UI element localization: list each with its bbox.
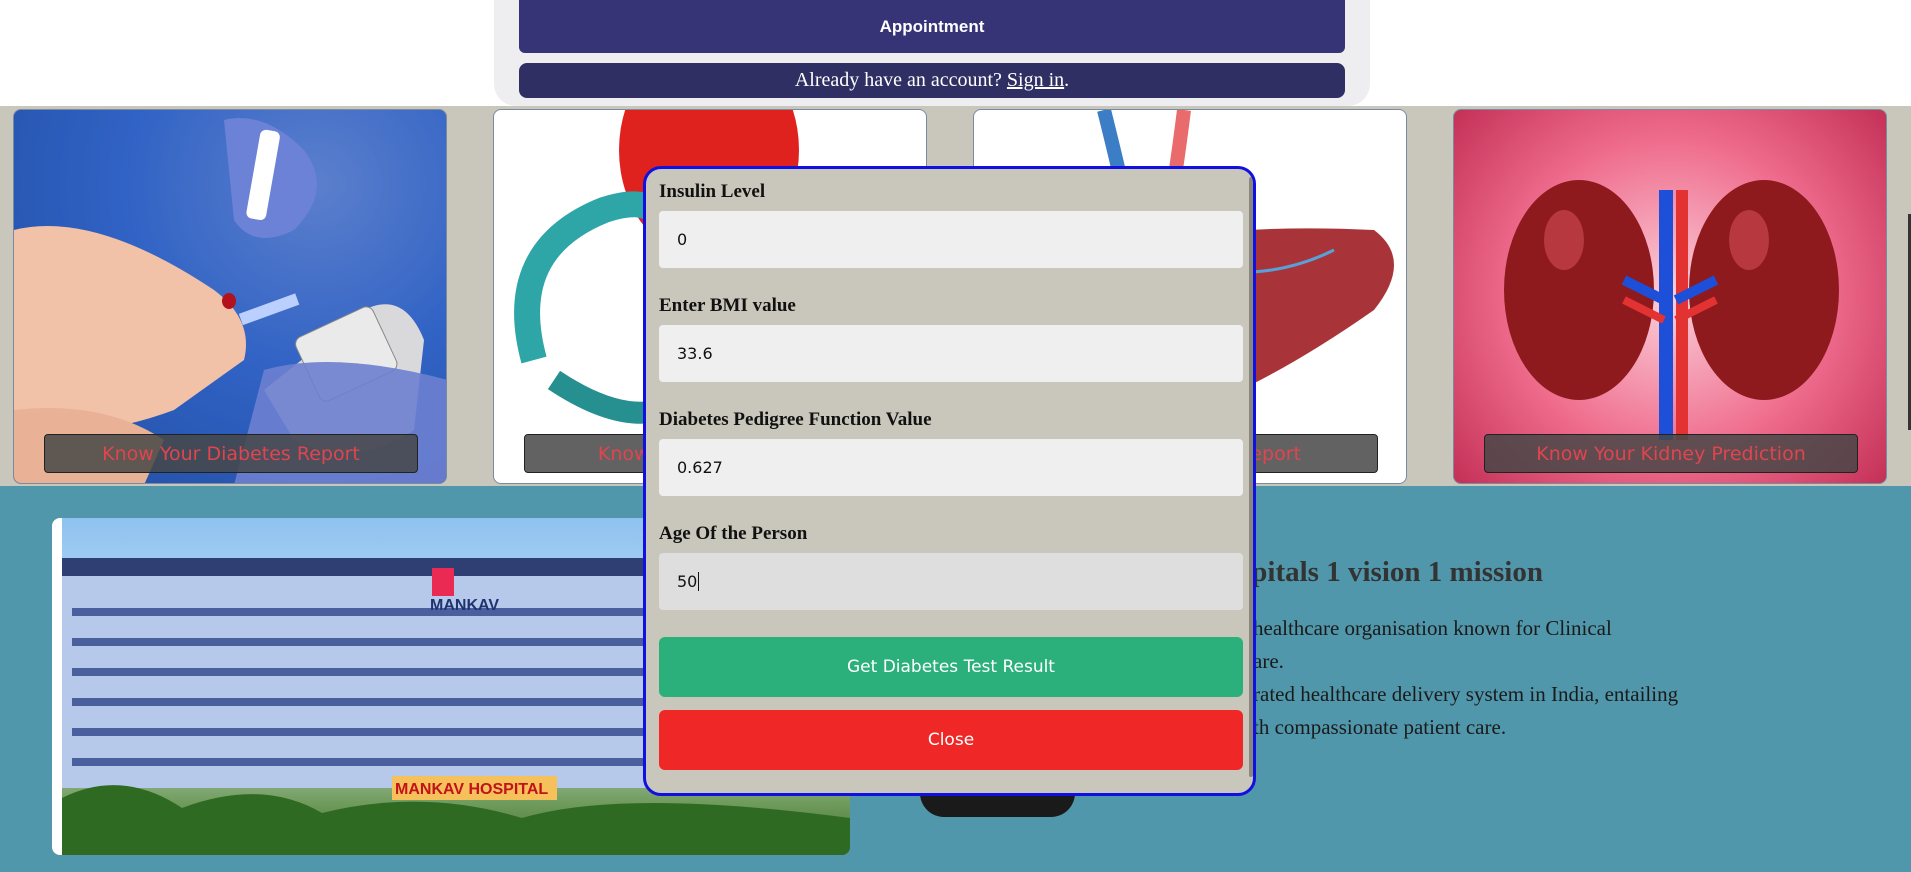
text-caret	[698, 572, 700, 591]
card-kidney[interactable]: Know Your Kidney Prediction	[1453, 109, 1887, 484]
bmi-input[interactable]: 33.6	[659, 325, 1243, 382]
age-value: 50	[677, 572, 698, 591]
about-line: rated healthcare delivery system in Indi…	[1253, 682, 1679, 706]
diabetes-test-modal: Insulin Level 0 Enter BMI value 33.6 Dia…	[643, 166, 1256, 796]
signin-bar: Already have an account? Sign in.	[519, 63, 1345, 98]
pedigree-value: 0.627	[677, 458, 723, 477]
signin-link[interactable]: Sign in	[1007, 69, 1064, 92]
kidneys-image	[1504, 180, 1839, 440]
about-text: healthcare organisation known for Clinic…	[1253, 612, 1793, 744]
age-label: Age Of the Person	[659, 523, 808, 544]
about-line: are.	[1253, 649, 1284, 673]
about-title: spitals 1 vision 1 mission	[1240, 556, 1543, 588]
card-kidney-button[interactable]: Know Your Kidney Prediction	[1484, 434, 1858, 473]
card-diabetes-button[interactable]: Know Your Diabetes Report	[44, 434, 418, 473]
age-input[interactable]: 50	[659, 553, 1243, 610]
close-button[interactable]: Close	[659, 710, 1243, 770]
get-result-button[interactable]: Get Diabetes Test Result	[659, 637, 1243, 697]
bmi-value: 33.6	[677, 344, 713, 363]
insulin-label: Insulin Level	[659, 181, 766, 202]
pedigree-label: Diabetes Pedigree Function Value	[659, 409, 932, 430]
hospital-sign: MANKAV HOSPITAL	[395, 781, 548, 798]
diabetes-form: Insulin Level 0 Enter BMI value 33.6 Dia…	[659, 181, 1243, 770]
bmi-label: Enter BMI value	[659, 295, 796, 316]
about-line: healthcare organisation known for Clinic…	[1253, 616, 1612, 640]
modal-scrollbar[interactable]	[1249, 177, 1253, 777]
pedigree-input[interactable]: 0.627	[659, 439, 1243, 496]
insulin-value: 0	[677, 230, 688, 249]
account-text: Already have an account?	[794, 69, 1002, 91]
card-diabetes[interactable]: Know Your Diabetes Report	[13, 109, 447, 484]
signin-suffix: .	[1064, 69, 1070, 91]
appointment-button[interactable]: Appointment	[519, 0, 1345, 53]
insulin-input[interactable]: 0	[659, 211, 1243, 268]
glucose-meter-image	[14, 110, 446, 483]
about-line: th compassionate patient care.	[1253, 715, 1507, 739]
hospital-roof-sign: MANKAV	[430, 597, 499, 614]
